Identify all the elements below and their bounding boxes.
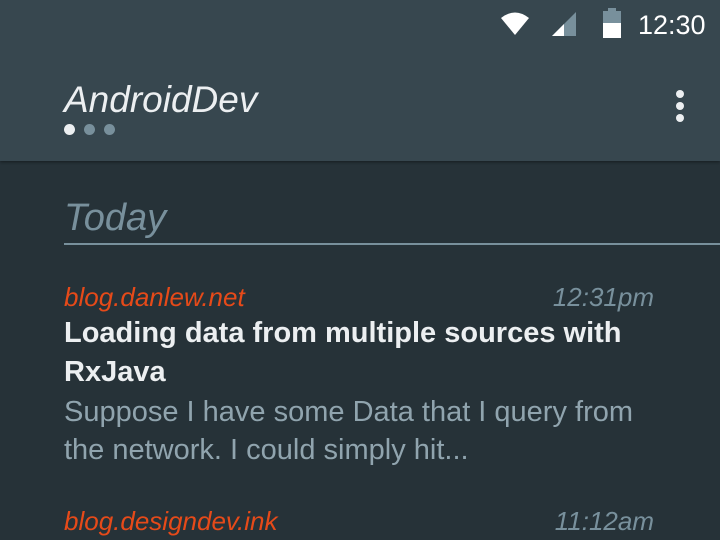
page-indicator-dot[interactable] [64,124,75,135]
page-indicator-dot[interactable] [84,124,95,135]
cellular-signal-icon [552,12,576,36]
app-title: AndroidDev [64,79,258,120]
more-vert-icon[interactable] [660,84,700,128]
app-bar: 12:30 AndroidDev [0,0,720,161]
section-header-today: Today [64,197,167,239]
status-clock: 12:30 [638,10,706,40]
feed-item-source: blog.designdev.ink [64,506,278,536]
feed-item-summary: Suppose I have some Data that I query fr… [64,396,634,466]
feed-item-source: blog.danlew.net [64,282,245,312]
feed-item-time: 11:12am [554,506,654,536]
feed-item-time: 12:31pm [552,282,654,312]
section-divider [64,243,720,245]
wifi-icon [501,12,529,35]
status-bar: 12:30 [0,0,720,50]
feed-item[interactable]: blog.designdev.ink 11:12am [64,504,654,540]
page-indicator-dot[interactable] [104,124,115,135]
feed-item[interactable]: blog.danlew.net 12:31pm Loading data fro… [64,280,654,470]
battery-icon [603,8,621,38]
overflow-dot [676,90,684,98]
overflow-dot [676,114,684,122]
feed-item-title: Loading data from multiple sources with … [64,317,622,388]
overflow-dot [676,102,684,110]
